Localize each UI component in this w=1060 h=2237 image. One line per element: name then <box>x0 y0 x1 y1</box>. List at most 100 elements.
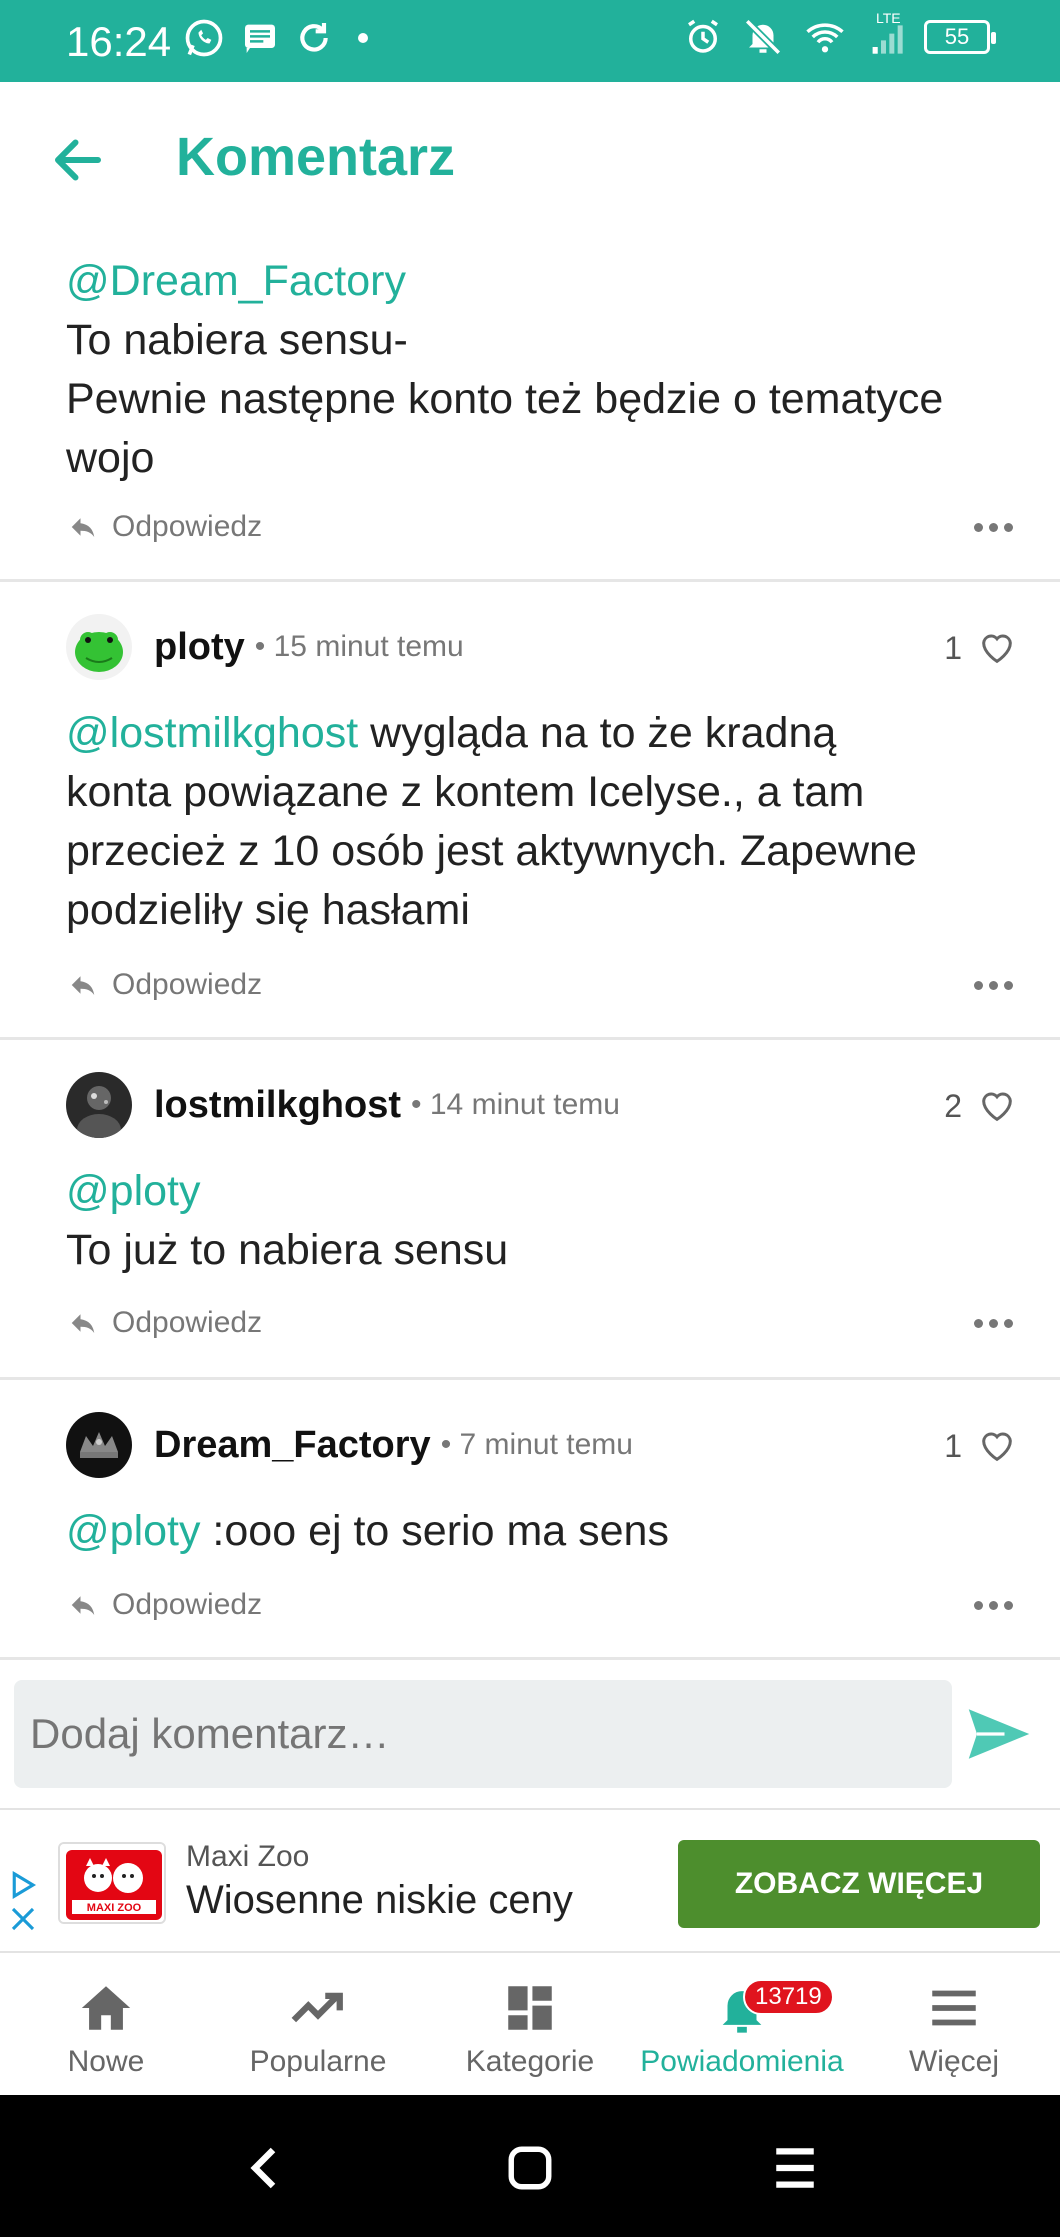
nav-item-wiecej[interactable]: Więcej <box>848 1955 1060 2095</box>
nav-label: Więcej <box>908 2045 999 2078</box>
more-options-icon[interactable] <box>968 965 1018 1005</box>
ad-logo-text: MAXI ZOO <box>87 1902 142 1914</box>
system-home-button[interactable] <box>495 2133 565 2203</box>
more-options-icon[interactable] <box>968 507 1018 547</box>
comment-timestamp: • 7 minut temu <box>440 1428 633 1461</box>
status-notification-icons <box>182 16 378 60</box>
reply-label: Odpowiedz <box>112 1588 263 1621</box>
like-count: 1 <box>944 1427 962 1464</box>
comment-username[interactable]: Dream_Factory <box>154 1424 431 1467</box>
close-icon[interactable] <box>8 1904 38 1934</box>
heart-icon <box>982 634 1012 664</box>
comment-line: konta powiązane z kontem Icelyse., a tam <box>66 768 865 816</box>
comment-actions: Odpowiedz <box>66 502 1018 552</box>
comment-line: podzieliły się hasłami <box>66 886 470 934</box>
comment-item: ploty • 15 minut temu 1 @lostmilkghost w… <box>0 582 1060 1040</box>
nav-item-powiadomienia[interactable]: 13719 Powiadomienia <box>636 1955 848 2095</box>
like-button[interactable]: 1 <box>944 628 1018 668</box>
reply-button[interactable]: Odpowiedz <box>66 510 262 544</box>
avatar[interactable] <box>66 614 132 680</box>
ad-logo: MAXI ZOO <box>58 1842 166 1924</box>
reply-button[interactable]: Odpowiedz <box>66 1306 262 1340</box>
comment-header: ploty • 15 minut temu <box>66 612 464 682</box>
system-navigation-bar <box>0 2095 1060 2237</box>
comment-header: Dream_Factory • 7 minut temu <box>66 1410 633 1480</box>
recents-icon <box>776 2148 814 2188</box>
reply-icon <box>71 1596 95 1615</box>
comment-username[interactable]: ploty <box>154 626 245 669</box>
page-title: Komentarz <box>176 127 456 187</box>
reply-icon <box>71 976 95 995</box>
network-type: LTE <box>876 10 901 26</box>
comment-text: @lostmilkghost wygląda na to że kradną k… <box>66 704 1024 940</box>
reply-button[interactable]: Odpowiedz <box>66 968 262 1002</box>
status-system-icons: LTE 55 <box>682 10 996 58</box>
notification-badge: 13719 <box>743 1979 834 2015</box>
comment-timestamp: • 14 minut temu <box>411 1088 620 1121</box>
send-icon <box>968 1709 1030 1759</box>
trending-icon <box>291 1992 343 2023</box>
ad-choices[interactable] <box>8 1870 38 1939</box>
ad-brand: Maxi Zoo <box>186 1840 310 1873</box>
like-button[interactable]: 2 <box>944 1086 1018 1126</box>
ad-title: Wiosenne niskie ceny <box>186 1878 573 1922</box>
nav-item-nowe[interactable]: Nowe <box>0 1955 212 2095</box>
avatar[interactable] <box>66 1072 132 1138</box>
menu-icon <box>932 1990 976 2026</box>
comment-mention[interactable]: @lostmilkghost <box>66 709 358 757</box>
alarm-icon <box>688 19 718 53</box>
nav-item-popularne[interactable]: Popularne <box>212 1955 424 2095</box>
more-options-icon[interactable] <box>968 1585 1018 1625</box>
reply-icon <box>71 1314 95 1333</box>
system-back-button[interactable] <box>230 2133 300 2203</box>
like-button[interactable]: 1 <box>944 1426 1018 1466</box>
heart-icon <box>982 1432 1012 1462</box>
comment-actions: Odpowiedz <box>66 960 1018 1010</box>
app-bar: Komentarz <box>0 82 1060 232</box>
comment-item: Dream_Factory • 7 minut temu 1 @ploty :o… <box>0 1380 1060 1660</box>
nav-item-kategorie[interactable]: Kategorie <box>424 1955 636 2095</box>
comment-username[interactable]: lostmilkghost <box>154 1084 401 1127</box>
square-icon <box>508 2146 552 2190</box>
back-button[interactable] <box>48 130 118 190</box>
send-button[interactable] <box>966 1706 1036 1766</box>
status-time: 16:24 <box>66 18 172 65</box>
sync-icon <box>300 23 328 52</box>
chevron-left-icon <box>250 2147 276 2189</box>
comment-line: wojo <box>66 434 155 482</box>
nav-label: Nowe <box>67 2045 145 2078</box>
avatar[interactable] <box>66 1412 132 1478</box>
system-recents-button[interactable] <box>760 2133 830 2203</box>
comment-mention[interactable]: @ploty <box>66 1507 200 1555</box>
battery-icon: 55 <box>924 20 996 54</box>
bottom-navigation: Nowe Popularne Kategorie 13719 Powiadomi… <box>0 1955 1060 2095</box>
arrow-left-icon <box>55 139 101 181</box>
comment-input[interactable] <box>14 1680 952 1788</box>
comment-text: @ploty To już to nabiera sensu <box>66 1162 1024 1280</box>
comment-line: :ooo ej to serio ma sens <box>200 1507 669 1555</box>
comment-line: To już to nabiera sensu <box>66 1226 509 1274</box>
comment-line: Pewnie następne konto też będzie o temat… <box>66 375 944 423</box>
ad-banner[interactable]: MAXI ZOO Maxi Zoo Wiosenne niskie ceny Z… <box>0 1808 1060 1953</box>
more-options-icon[interactable] <box>968 1303 1018 1343</box>
comment-time-text: 15 minut temu <box>273 630 464 663</box>
reply-icon <box>71 518 95 537</box>
status-bar: 16:24 LTE 55 <box>0 0 1060 82</box>
comment-actions: Odpowiedz <box>66 1298 1018 1348</box>
nav-label: Kategorie <box>465 2045 595 2078</box>
ad-cta-button[interactable]: ZOBACZ WIĘCEJ <box>678 1840 1040 1928</box>
wifi-icon <box>806 23 844 53</box>
comment-item: @Dream_Factory To nabiera sensu- Pewnie … <box>0 232 1060 582</box>
comment-mention[interactable]: @ploty <box>66 1167 200 1215</box>
comment-text: @Dream_Factory To nabiera sensu- Pewnie … <box>66 252 1024 488</box>
comment-line: To nabiera sensu- <box>66 316 408 364</box>
comment-mention[interactable]: @Dream_Factory <box>66 257 406 305</box>
nav-label: Powiadomienia <box>640 2045 844 2078</box>
heart-icon <box>982 1092 1012 1122</box>
comment-timestamp: • 15 minut temu <box>254 630 464 663</box>
home-icon <box>81 1986 131 2030</box>
reply-button[interactable]: Odpowiedz <box>66 1588 262 1622</box>
comment-line: przecież z 10 osób jest aktywnych. Zapew… <box>66 827 917 875</box>
battery-level: 55 <box>944 24 970 49</box>
dot-icon <box>358 33 368 43</box>
